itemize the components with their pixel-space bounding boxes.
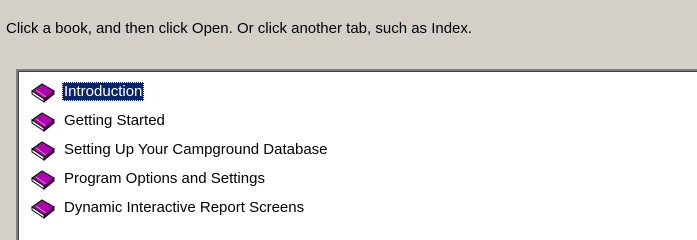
book-label: Dynamic Interactive Report Screens [64,199,305,216]
book-item-report-screens[interactable]: Dynamic Interactive Report Screens [30,193,697,222]
closed-book-icon [31,198,55,219]
book-label: Setting Up Your Campground Database [64,141,328,158]
book-item-getting-started[interactable]: Getting Started [30,106,697,135]
book-label: Getting Started [64,112,165,129]
book-label: Introduction [62,82,145,101]
book-item-setting-up-database[interactable]: Setting Up Your Campground Database [30,135,697,164]
book-item-introduction[interactable]: Introduction [30,77,697,106]
closed-book-icon [31,111,55,132]
book-item-program-options[interactable]: Program Options and Settings [30,164,697,193]
book-label: Program Options and Settings [64,170,265,187]
contents-tree[interactable]: Introduction Getting Started Setting Up … [16,69,697,240]
instruction-text: Click a book, and then click Open. Or cl… [6,20,473,37]
book-list: Introduction Getting Started Setting Up … [18,71,697,222]
closed-book-icon [31,140,55,161]
closed-book-icon [31,169,55,190]
closed-book-icon [31,82,55,103]
